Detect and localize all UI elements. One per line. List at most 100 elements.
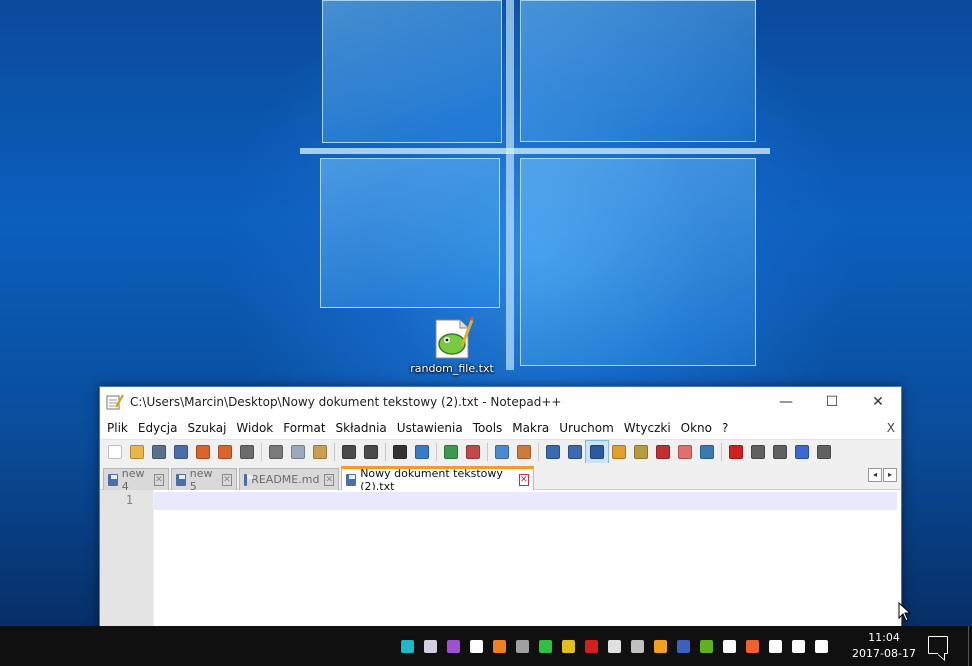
tab-readme[interactable]: README.md ✕ <box>239 468 339 490</box>
saved-file-icon <box>176 473 186 486</box>
media-app-tray-button[interactable] <box>649 626 672 666</box>
stop-macro-button[interactable] <box>747 441 769 463</box>
chrome-tray-button[interactable] <box>557 626 580 666</box>
tab-nowy-dokument[interactable]: Nowy dokument tekstowy (2).txt ✕ <box>341 466 534 493</box>
tab-scroll-right-button[interactable]: ▸ <box>883 468 897 482</box>
half-moon-tray-button[interactable] <box>626 626 649 666</box>
print-button[interactable] <box>236 441 258 463</box>
zoom-in-button[interactable] <box>440 441 462 463</box>
save-macro-icon <box>817 444 831 459</box>
menu-tools[interactable]: Tools <box>468 417 508 439</box>
notepadpp-window: C:\Users\Marcin\Desktop\Nowy dokument te… <box>99 386 902 636</box>
bluetooth-tray-button[interactable] <box>718 626 741 666</box>
indent-guide-button[interactable] <box>585 439 609 464</box>
cut-button[interactable] <box>265 441 287 463</box>
menu-szukaj[interactable]: Szukaj <box>182 417 231 439</box>
volume-tray-button[interactable] <box>810 626 833 666</box>
clock[interactable]: 11:04 2017-08-17 <box>848 630 920 662</box>
logo-beam-horizontal <box>300 148 770 154</box>
shield-defender-icon <box>470 639 483 653</box>
redo-button[interactable] <box>360 441 382 463</box>
close-button[interactable]: ✕ <box>855 387 901 417</box>
tab-close-icon[interactable]: ✕ <box>221 473 232 486</box>
close-all-button[interactable] <box>214 441 236 463</box>
folder-workspace-button[interactable] <box>652 441 674 463</box>
find-button[interactable] <box>389 441 411 463</box>
text-editor[interactable] <box>154 490 901 635</box>
toolbar-separator <box>721 442 722 461</box>
minimize-button[interactable]: — <box>763 387 809 417</box>
copy-button[interactable] <box>287 441 309 463</box>
run-macro-multiple-button[interactable] <box>791 441 813 463</box>
tab-new-4[interactable]: new 4 ✕ <box>103 467 169 493</box>
sync-horizontal-button[interactable] <box>513 441 535 463</box>
open-file-button[interactable] <box>126 441 148 463</box>
cursor-app-tray-button[interactable] <box>603 626 626 666</box>
tab-new-5[interactable]: new 5 ✕ <box>171 467 237 493</box>
sync-vertical-button[interactable] <box>491 441 513 463</box>
function-list-button[interactable] <box>630 441 652 463</box>
menu-wtyczki[interactable]: Wtyczki <box>619 417 676 439</box>
show-desktop-button[interactable] <box>968 626 972 666</box>
menu-widok[interactable]: Widok <box>231 417 278 439</box>
tab-close-icon[interactable]: ✕ <box>518 473 529 486</box>
close-file-icon <box>196 444 210 459</box>
title-bar[interactable]: C:\Users\Marcin\Desktop\Nowy dokument te… <box>100 387 901 417</box>
hex-app-icon <box>401 639 414 653</box>
shield-defender-tray-button[interactable] <box>465 626 488 666</box>
hex-app-tray-button[interactable] <box>396 626 419 666</box>
word-wrap-button[interactable] <box>542 441 564 463</box>
menu-help[interactable]: ? <box>717 417 733 439</box>
save-button[interactable] <box>148 441 170 463</box>
new-file-icon <box>108 444 122 459</box>
link-app-tray-button[interactable] <box>534 626 557 666</box>
monitor-button[interactable] <box>696 441 718 463</box>
sublime-tray-button[interactable] <box>488 626 511 666</box>
record-app-tray-button[interactable] <box>580 626 603 666</box>
cube-app-tray-button[interactable] <box>442 626 465 666</box>
replace-button[interactable] <box>411 441 433 463</box>
speaker-muted-app-tray-button[interactable] <box>741 626 764 666</box>
play-macro-button[interactable] <box>769 441 791 463</box>
menu-okno[interactable]: Okno <box>676 417 717 439</box>
save-icon <box>152 444 166 459</box>
menu-makra[interactable]: Makra <box>507 417 554 439</box>
menu-edycja[interactable]: Edycja <box>133 417 183 439</box>
desktop-file-random[interactable]: random_file.txt <box>404 316 500 375</box>
doc-list-icon <box>678 444 692 459</box>
battery-tray-button[interactable] <box>764 626 787 666</box>
close-file-button[interactable] <box>192 441 214 463</box>
tab-close-icon[interactable]: ✕ <box>324 473 334 486</box>
undo-button[interactable] <box>338 441 360 463</box>
menu-ustawienia[interactable]: Ustawienia <box>392 417 468 439</box>
maximize-button[interactable]: ☐ <box>809 387 855 417</box>
show-all-chars-button[interactable] <box>564 441 586 463</box>
tab-scroll-left-button[interactable]: ◂ <box>868 468 882 482</box>
doc-map-button[interactable] <box>608 441 630 463</box>
close-document-button[interactable]: X <box>887 417 895 439</box>
menu-format[interactable]: Format <box>278 417 330 439</box>
logo-pane-bottom-left <box>320 158 500 308</box>
sync-horizontal-icon <box>517 444 531 459</box>
action-center-icon[interactable] <box>928 636 948 654</box>
network-plug-tray-button[interactable] <box>511 626 534 666</box>
wifi-tray-button[interactable] <box>787 626 810 666</box>
menu-skladnia[interactable]: Składnia <box>331 417 392 439</box>
menu-plik[interactable]: Plik <box>102 417 133 439</box>
editor-area[interactable]: 1 <box>100 490 901 635</box>
usb-device-tray-button[interactable] <box>419 626 442 666</box>
menu-uruchom[interactable]: Uruchom <box>554 417 619 439</box>
doc-list-button[interactable] <box>674 441 696 463</box>
play-macro-icon <box>773 444 787 459</box>
zoom-out-button[interactable] <box>462 441 484 463</box>
record-macro-button[interactable] <box>725 441 747 463</box>
nvidia-tray-button[interactable] <box>695 626 718 666</box>
tab-close-icon[interactable]: ✕ <box>153 473 164 486</box>
save-macro-button[interactable] <box>813 441 835 463</box>
paste-button[interactable] <box>309 441 331 463</box>
new-file-button[interactable] <box>104 441 126 463</box>
saved-file-icon <box>108 473 118 486</box>
show-all-chars-icon <box>568 444 582 459</box>
keepass-lock-tray-button[interactable] <box>672 626 695 666</box>
save-all-button[interactable] <box>170 441 192 463</box>
